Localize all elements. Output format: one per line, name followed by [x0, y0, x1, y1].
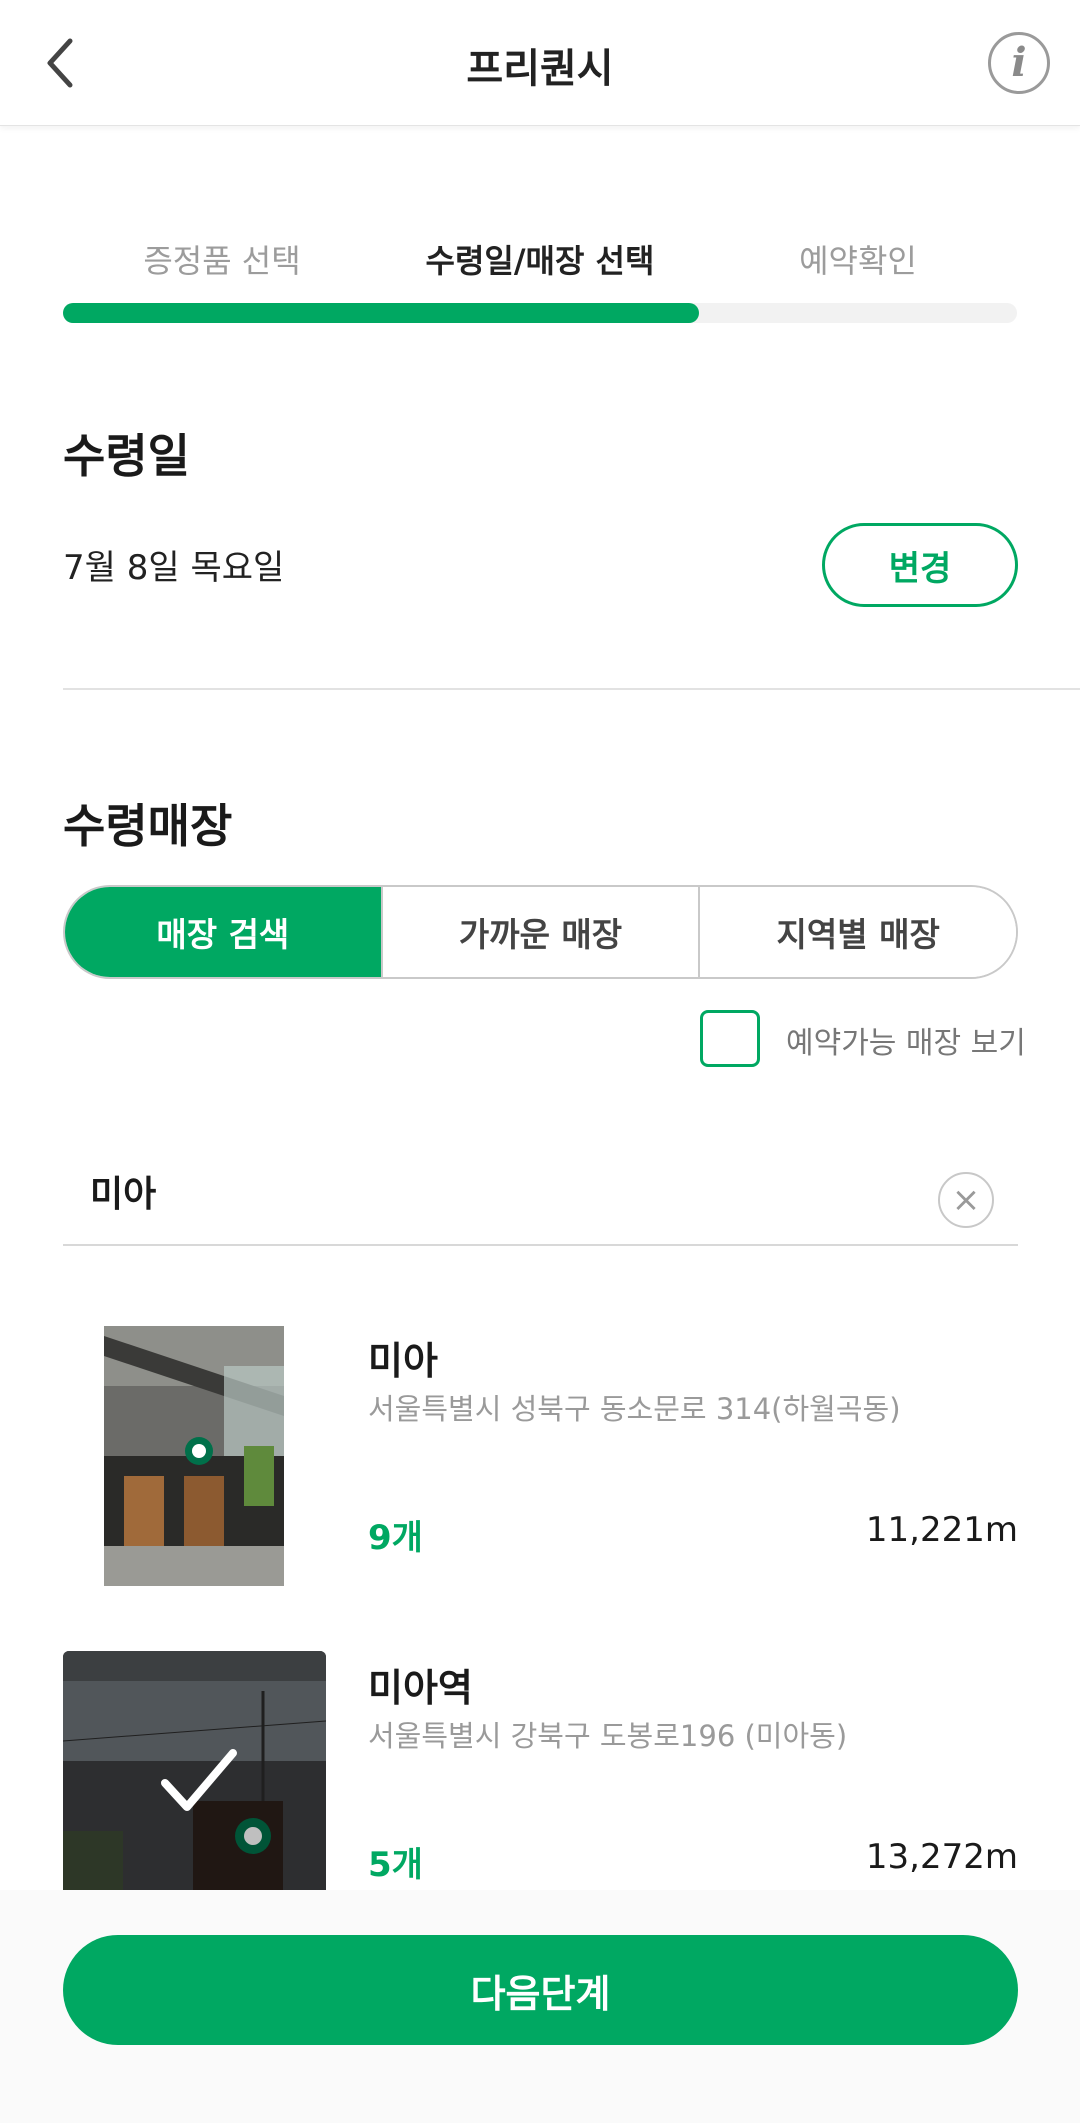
store-address: 서울특별시 성북구 동소문로 314(하월곡동)	[368, 1392, 901, 1426]
store-address: 서울특별시 강북구 도봉로196 (미아동)	[368, 1719, 848, 1753]
store-photo	[63, 1651, 326, 1890]
top-app-bar: 프리퀀시 i	[0, 0, 1080, 126]
store-distance: 11,221m	[865, 1510, 1018, 1550]
progress-bar-fill	[63, 303, 700, 323]
available-only-label[interactable]: 예약가능 매장 보기	[786, 1018, 1026, 1062]
clear-search-button[interactable]: ×	[938, 1172, 994, 1228]
change-date-button[interactable]: 변경	[822, 523, 1018, 607]
store-name: 미아	[368, 1339, 438, 1383]
search-underline	[63, 1244, 1018, 1246]
pickup-store-title: 수령매장	[63, 799, 233, 853]
info-icon: i	[1011, 39, 1027, 86]
next-step-button[interactable]: 다음단계	[63, 1935, 1018, 2045]
store-photo	[104, 1326, 284, 1586]
step-confirm: 예약확인	[799, 242, 917, 280]
step-indicator: 증정품 선택 수령일/매장 선택 예약확인	[63, 236, 1017, 282]
store-name: 미아역	[368, 1666, 473, 1710]
tab-region-stores[interactable]: 지역별 매장	[698, 887, 1016, 977]
info-button[interactable]: i	[988, 32, 1050, 94]
step-date-store-select: 수령일/매장 선택	[425, 242, 655, 280]
pickup-date-title: 수령일	[63, 429, 190, 483]
page-title: 프리퀀시	[466, 46, 614, 92]
store-stock-count: 5개	[368, 1845, 423, 1885]
store-search-mode-tabs: 매장 검색 가까운 매장 지역별 매장	[63, 885, 1018, 979]
store-list-item[interactable]: 미아역 서울특별시 강북구 도봉로196 (미아동) 5개 13,272m	[0, 1637, 1080, 1899]
tab-nearby-stores[interactable]: 가까운 매장	[380, 887, 699, 977]
close-icon: ×	[951, 1180, 981, 1220]
check-icon	[161, 1749, 237, 1811]
store-stock-count: 9개	[368, 1518, 423, 1558]
available-only-checkbox[interactable]	[700, 1010, 760, 1067]
progress-bar	[63, 303, 1017, 323]
step-gift-select: 증정품 선택	[143, 242, 301, 280]
pickup-date-value: 7월 8일 목요일	[63, 548, 285, 588]
divider	[63, 688, 1080, 690]
store-search-input[interactable]	[90, 1170, 910, 1212]
store-distance: 13,272m	[865, 1837, 1018, 1877]
tab-store-search[interactable]: 매장 검색	[65, 887, 381, 977]
store-list-item[interactable]: 미아 서울특별시 성북구 동소문로 314(하월곡동) 9개 11,221m	[0, 1310, 1080, 1586]
